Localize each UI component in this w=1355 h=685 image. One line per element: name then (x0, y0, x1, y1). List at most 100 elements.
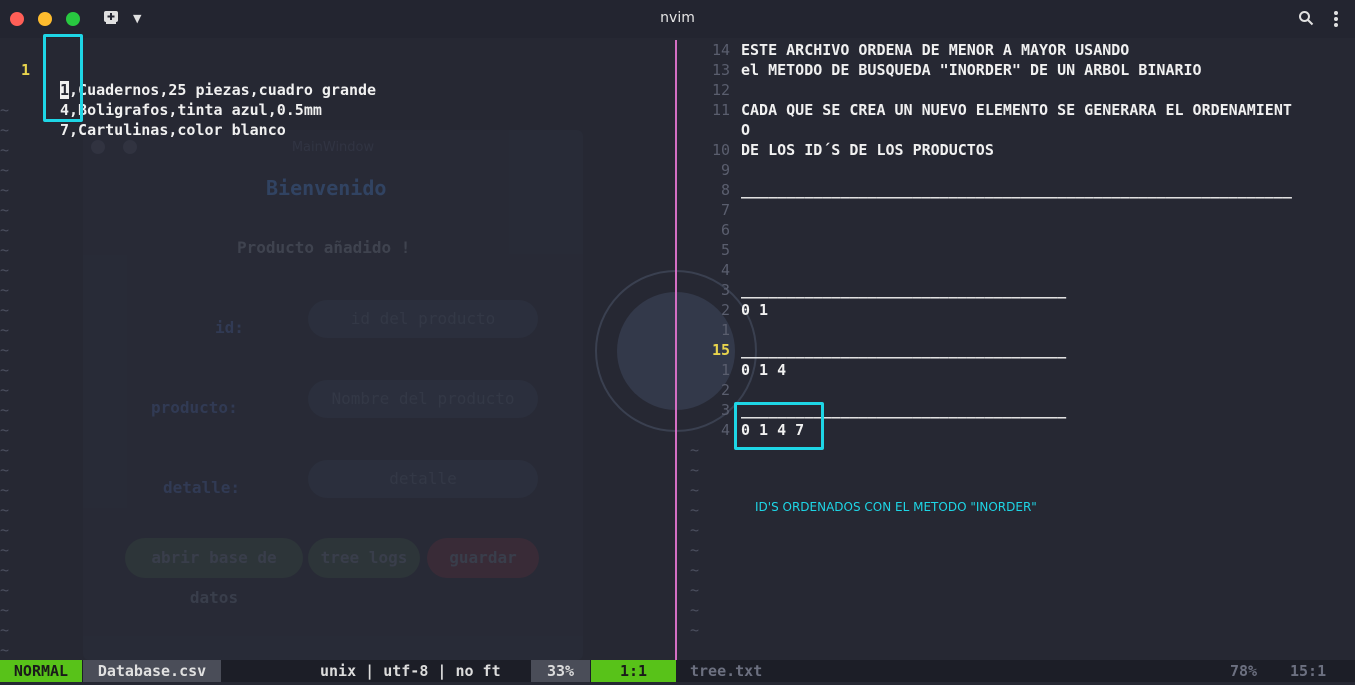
tilde-marker: ~ (0, 341, 10, 359)
empty-line-marker: ~ (0, 380, 675, 400)
tilde-marker: ~ (690, 501, 700, 519)
tree-line: 1 0 1 4 (690, 360, 1355, 380)
line-text: ____________________________________ (741, 341, 1067, 359)
line-text: ____________________________________ (741, 281, 1067, 299)
tilde-marker: ~ (0, 501, 10, 519)
tilde-marker: ~ (0, 581, 10, 599)
line-number: 2 (720, 301, 730, 319)
line-text: O (741, 121, 751, 139)
highlight-box-result (734, 402, 824, 450)
empty-line-marker: ~ (0, 600, 675, 620)
line-number: 10 (711, 141, 730, 159)
empty-line-marker: ~ (0, 500, 675, 520)
line-number: 13 (711, 61, 730, 79)
empty-line-marker: ~ (690, 560, 1355, 580)
pane-divider[interactable] (675, 40, 677, 660)
left-editor-pane[interactable]: 1 1,Cuadernos,25 piezas,cuadro grande 4,… (0, 40, 675, 660)
tilde-marker: ~ (0, 201, 10, 219)
empty-line-marker: ~ (0, 560, 675, 580)
empty-line-marker: ~ (690, 600, 1355, 620)
tilde-marker: ~ (0, 481, 10, 499)
empty-line-marker: ~ (690, 480, 1355, 500)
line-text: ________________________________________… (741, 181, 1292, 199)
empty-line-marker: ~ (0, 280, 675, 300)
tree-line: 6 (690, 220, 1355, 240)
line-number: 6 (720, 221, 730, 239)
tilde-marker: ~ (0, 101, 10, 119)
tilde-marker: ~ (690, 601, 700, 619)
line-text: DE LOS ID´S DE LOS PRODUCTOS (741, 141, 994, 159)
line-number: 11 (711, 101, 730, 119)
tree-line: 15 ____________________________________ (690, 340, 1355, 360)
tilde-marker: ~ (0, 521, 10, 539)
tilde-marker: ~ (690, 561, 700, 579)
tilde-marker: ~ (0, 221, 10, 239)
empty-line-marker: ~ (0, 440, 675, 460)
tilde-marker: ~ (0, 241, 10, 259)
status-filename: Database.csv (83, 660, 221, 682)
tree-line: 2 (690, 380, 1355, 400)
search-icon[interactable] (1298, 10, 1314, 30)
tilde-marker: ~ (0, 421, 10, 439)
line-number: 9 (720, 161, 730, 179)
tilde-marker: ~ (0, 561, 10, 579)
tilde-marker: ~ (690, 481, 700, 499)
status-line: NORMAL Database.csv unix | utf-8 | no ft… (0, 660, 1355, 682)
tilde-marker: ~ (690, 621, 700, 639)
empty-line-marker: ~ (0, 180, 675, 200)
tilde-marker: ~ (0, 641, 10, 659)
right-editor-pane[interactable]: 14 ESTE ARCHIVO ORDENA DE MENOR A MAYOR U… (690, 40, 1355, 640)
tree-line: 3 ____________________________________ (690, 280, 1355, 300)
line-number: 8 (720, 181, 730, 199)
csv-line: 1 1,Cuadernos,25 piezas,cuadro grande (0, 40, 675, 99)
tree-line: O (690, 120, 1355, 140)
empty-line-marker: ~ (690, 540, 1355, 560)
empty-line-marker: ~ (0, 640, 675, 660)
tree-line: 13 el METODO DE BUSQUEDA "INORDER" DE UN … (690, 60, 1355, 80)
line-number: 14 (711, 41, 730, 59)
tilde-marker: ~ (0, 281, 10, 299)
empty-line-marker: ~ (690, 520, 1355, 540)
line-text: el METODO DE BUSQUEDA "INORDER" DE UN AR… (741, 61, 1202, 79)
tilde-marker: ~ (0, 541, 10, 559)
line-number: 4 (720, 261, 730, 279)
tree-line: 2 0 1 (690, 300, 1355, 320)
tree-line: 5 (690, 240, 1355, 260)
tilde-marker: ~ (0, 121, 10, 139)
tilde-marker: ~ (0, 141, 10, 159)
empty-line-marker: ~ (0, 400, 675, 420)
cursor-position: 1:1 (591, 660, 676, 682)
mode-indicator: NORMAL (0, 660, 82, 682)
line-number: 1 (720, 321, 730, 339)
tilde-marker: ~ (690, 521, 700, 539)
line-text: ESTE ARCHIVO ORDENA DE MENOR A MAYOR USA… (741, 41, 1130, 59)
line-number: 12 (711, 81, 730, 99)
tree-line: 11 CADA QUE SE CREA UN NUEVO ELEMENTO SE … (690, 100, 1355, 120)
tilde-marker: ~ (690, 441, 700, 459)
window-title: nvim (660, 10, 695, 26)
tilde-marker: ~ (0, 361, 10, 379)
empty-line-marker: ~ (0, 320, 675, 340)
title-bar: ▼ nvim (0, 0, 1355, 38)
tilde-marker: ~ (690, 541, 700, 559)
tree-line: 8 _______________________________________… (690, 180, 1355, 200)
line-number: 3 (720, 281, 730, 299)
tilde-marker: ~ (0, 441, 10, 459)
menu-icon[interactable] (1333, 10, 1339, 32)
line-text: CADA QUE SE CREA UN NUEVO ELEMENTO SE GE… (741, 101, 1292, 119)
empty-line-marker: ~ (690, 460, 1355, 480)
highlight-box-ids (43, 34, 83, 122)
right-scroll-percent: 78% (1230, 662, 1258, 680)
tilde-marker: ~ (0, 161, 10, 179)
annotation-text: ID'S ORDENADOS CON EL METODO "INORDER" (755, 500, 1037, 514)
line-number: 5 (720, 241, 730, 259)
empty-line-marker: ~ (0, 360, 675, 380)
tilde-marker: ~ (690, 581, 700, 599)
empty-line-marker: ~ (0, 240, 675, 260)
line-number: 1 (720, 361, 730, 379)
tilde-marker: ~ (0, 601, 10, 619)
tilde-marker: ~ (0, 261, 10, 279)
empty-line-marker: ~ (0, 520, 675, 540)
empty-line-marker: ~ (0, 140, 675, 160)
file-info: unix | utf-8 | no ft (320, 662, 501, 680)
